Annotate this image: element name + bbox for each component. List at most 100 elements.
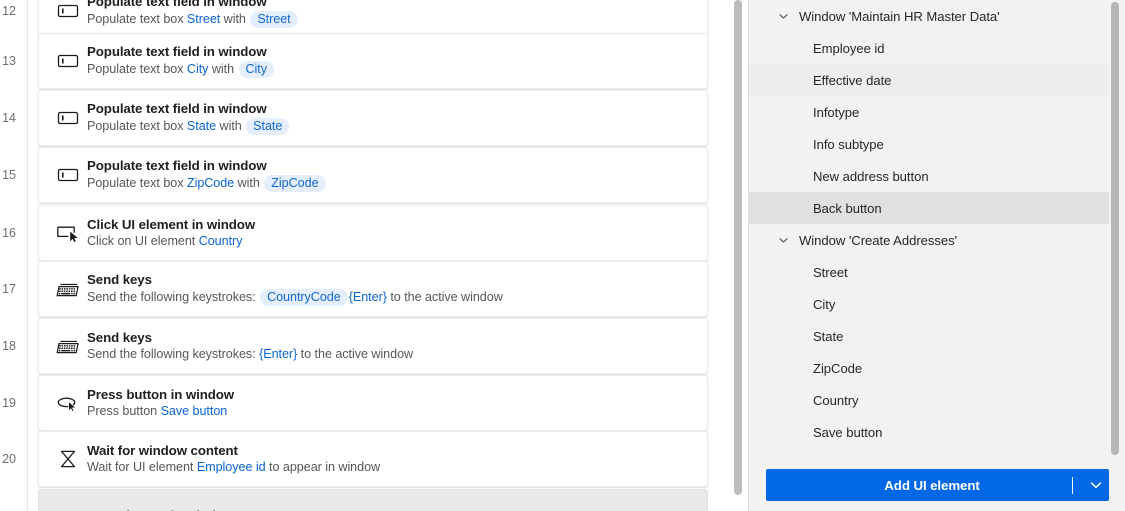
description-text: Populate text box: [87, 118, 187, 133]
ui-elements-scrollbar-thumb[interactable]: [1111, 2, 1119, 455]
description-text: Populate text box: [87, 11, 187, 26]
tree-item-label: City: [813, 296, 836, 312]
ui-element-link[interactable]: Employee id: [197, 460, 266, 474]
action-card-text: Populate text field in window Populate te…: [87, 44, 275, 79]
action-card[interactable]: Populate text field in window Populate te…: [38, 147, 708, 203]
ui-elements-tree-item[interactable]: Back button: [749, 192, 1109, 224]
ui-elements-tree-item[interactable]: City: [749, 288, 1109, 320]
action-card[interactable]: Send keys Send the following keystrokes: …: [38, 318, 708, 374]
action-description: Populate text box City with City: [87, 60, 275, 79]
action-card[interactable]: Send keys Send the following keystrokes: …: [38, 261, 708, 317]
textbox-icon: [53, 2, 83, 20]
ui-element-link[interactable]: ZipCode: [187, 176, 234, 190]
description-text: Press button: [87, 404, 161, 419]
chevron-down-icon[interactable]: [1083, 478, 1109, 492]
keystroke-token[interactable]: {Enter}: [349, 290, 387, 304]
action-row[interactable]: 15 Populate text field in window Populate …: [0, 147, 740, 203]
action-row[interactable]: 16 Click UI element in window Click on UI …: [0, 205, 740, 261]
action-row[interactable]: 14 Populate text field in window Populate …: [0, 90, 740, 146]
actions-scrollbar-track[interactable]: [734, 0, 745, 511]
keystroke-token[interactable]: {Enter}: [259, 347, 297, 361]
tree-item-label: State: [813, 328, 844, 344]
tree-item-label: Employee id: [813, 40, 885, 56]
ui-elements-pane: Window 'Maintain HR Master Data' Employee…: [748, 0, 1125, 511]
ui-elements-tree-item[interactable]: Effective date: [749, 64, 1109, 96]
chevron-down-icon[interactable]: [775, 224, 791, 256]
action-line-number: 18: [2, 339, 16, 353]
variable-chip[interactable]: City: [238, 60, 275, 79]
action-card-text: Populate text field in window Populate te…: [87, 158, 327, 193]
ui-elements-tree-item[interactable]: Save button: [749, 416, 1109, 448]
action-row[interactable]: 13 Populate text field in window Populate …: [0, 33, 740, 89]
action-card[interactable]: Press button in window Press button Save …: [38, 375, 708, 431]
textbox-icon: [53, 52, 83, 70]
power-automate-desktop-designer: 12 Populate text field in window Populate …: [0, 0, 1125, 511]
textbox-icon: [53, 166, 83, 184]
action-card[interactable]: Click UI element in window Click on UI el…: [38, 205, 708, 261]
action-title: Send keys: [87, 330, 152, 346]
keyboard-icon: [53, 280, 83, 298]
action-title: Populate text field in window: [87, 43, 267, 59]
ui-elements-tree-item[interactable]: Street: [749, 256, 1109, 288]
action-description: Press button Save button: [87, 404, 234, 418]
ui-elements-tree-item[interactable]: Employee id: [749, 32, 1109, 64]
action-description: Click on UI element Country: [87, 234, 255, 248]
variable-chip[interactable]: ZipCode: [264, 174, 326, 193]
ui-elements-tree-item[interactable]: Infotype: [749, 96, 1109, 128]
hourglass-icon: [53, 449, 83, 469]
ui-element-link[interactable]: State: [187, 119, 216, 133]
action-title: Send keys: [87, 271, 152, 287]
ui-elements-tree-group[interactable]: Window 'Create Addresses': [749, 224, 1109, 256]
actions-scrollbar-thumb[interactable]: [734, 0, 742, 495]
description-text: Send the following keystrokes:: [87, 289, 260, 304]
add-ui-element-button[interactable]: Add UI element: [766, 469, 1109, 501]
action-description: Send the following keystrokes: CountryCo…: [87, 288, 503, 307]
action-card-text: Send keys Send the following keystrokes: …: [87, 330, 413, 362]
ui-elements-tree-item[interactable]: Info subtype: [749, 128, 1109, 160]
action-row[interactable]: 21 Press button in window: [0, 489, 740, 511]
action-title: Wait for window content: [87, 443, 238, 459]
add-ui-element-separator: [1072, 476, 1073, 494]
action-card[interactable]: Populate text field in window Populate te…: [38, 33, 708, 89]
chevron-down-icon[interactable]: [775, 0, 791, 32]
actions-list-pane: 12 Populate text field in window Populate …: [0, 0, 748, 511]
action-card[interactable]: Populate text field in window Populate te…: [38, 90, 708, 146]
action-row[interactable]: 18 Send keys Send the following keystrokes…: [0, 318, 740, 374]
tree-item-label: Back button: [813, 200, 882, 216]
variable-chip[interactable]: Street: [250, 10, 298, 29]
action-card[interactable]: Press button in window: [38, 489, 708, 511]
variable-chip[interactable]: CountryCode: [260, 288, 348, 307]
action-line-number: 20: [2, 452, 16, 466]
description-text: with: [220, 11, 250, 26]
action-row[interactable]: 20 Wait for window content Wait for UI ele…: [0, 431, 740, 487]
add-ui-element-label: Add UI element: [884, 477, 980, 493]
action-description: Populate text box ZipCode with ZipCode: [87, 174, 327, 193]
tree-item-label: Window 'Maintain HR Master Data': [799, 8, 1000, 24]
ui-elements-tree-item[interactable]: ZipCode: [749, 352, 1109, 384]
action-row[interactable]: 19 Press button in window Press button Sav…: [0, 375, 740, 431]
action-row[interactable]: 17 Send keys Send the following keystrokes…: [0, 261, 740, 317]
ui-element-link[interactable]: Save button: [161, 404, 228, 418]
ui-elements-tree-item[interactable]: State: [749, 320, 1109, 352]
tree-item-label: ZipCode: [813, 360, 863, 376]
textbox-icon: [53, 109, 83, 127]
action-card[interactable]: Wait for window content Wait for UI eleme…: [38, 431, 708, 487]
ui-elements-tree-item[interactable]: Country: [749, 384, 1109, 416]
description-text: Click on UI element: [87, 234, 199, 249]
variable-chip[interactable]: State: [246, 117, 290, 136]
ui-element-link[interactable]: City: [187, 62, 209, 76]
ui-elements-tree-group[interactable]: Window 'Maintain HR Master Data': [749, 0, 1109, 32]
ui-element-link[interactable]: Country: [199, 234, 243, 248]
description-text: to the active window: [297, 347, 414, 362]
action-line-number: 19: [2, 396, 16, 410]
description-text: Wait for UI element: [87, 460, 197, 475]
action-description: Wait for UI element Employee id to appea…: [87, 460, 380, 474]
ui-elements-tree-item[interactable]: New address button: [749, 160, 1109, 192]
action-title: Populate text field in window: [87, 100, 267, 116]
action-title: Press button in window: [87, 387, 235, 403]
action-line-number: 14: [2, 111, 16, 125]
action-title: Click UI element in window: [87, 217, 256, 233]
press-button-icon: [53, 394, 83, 412]
ui-element-link[interactable]: Street: [187, 12, 220, 26]
description-text: with: [216, 118, 246, 133]
